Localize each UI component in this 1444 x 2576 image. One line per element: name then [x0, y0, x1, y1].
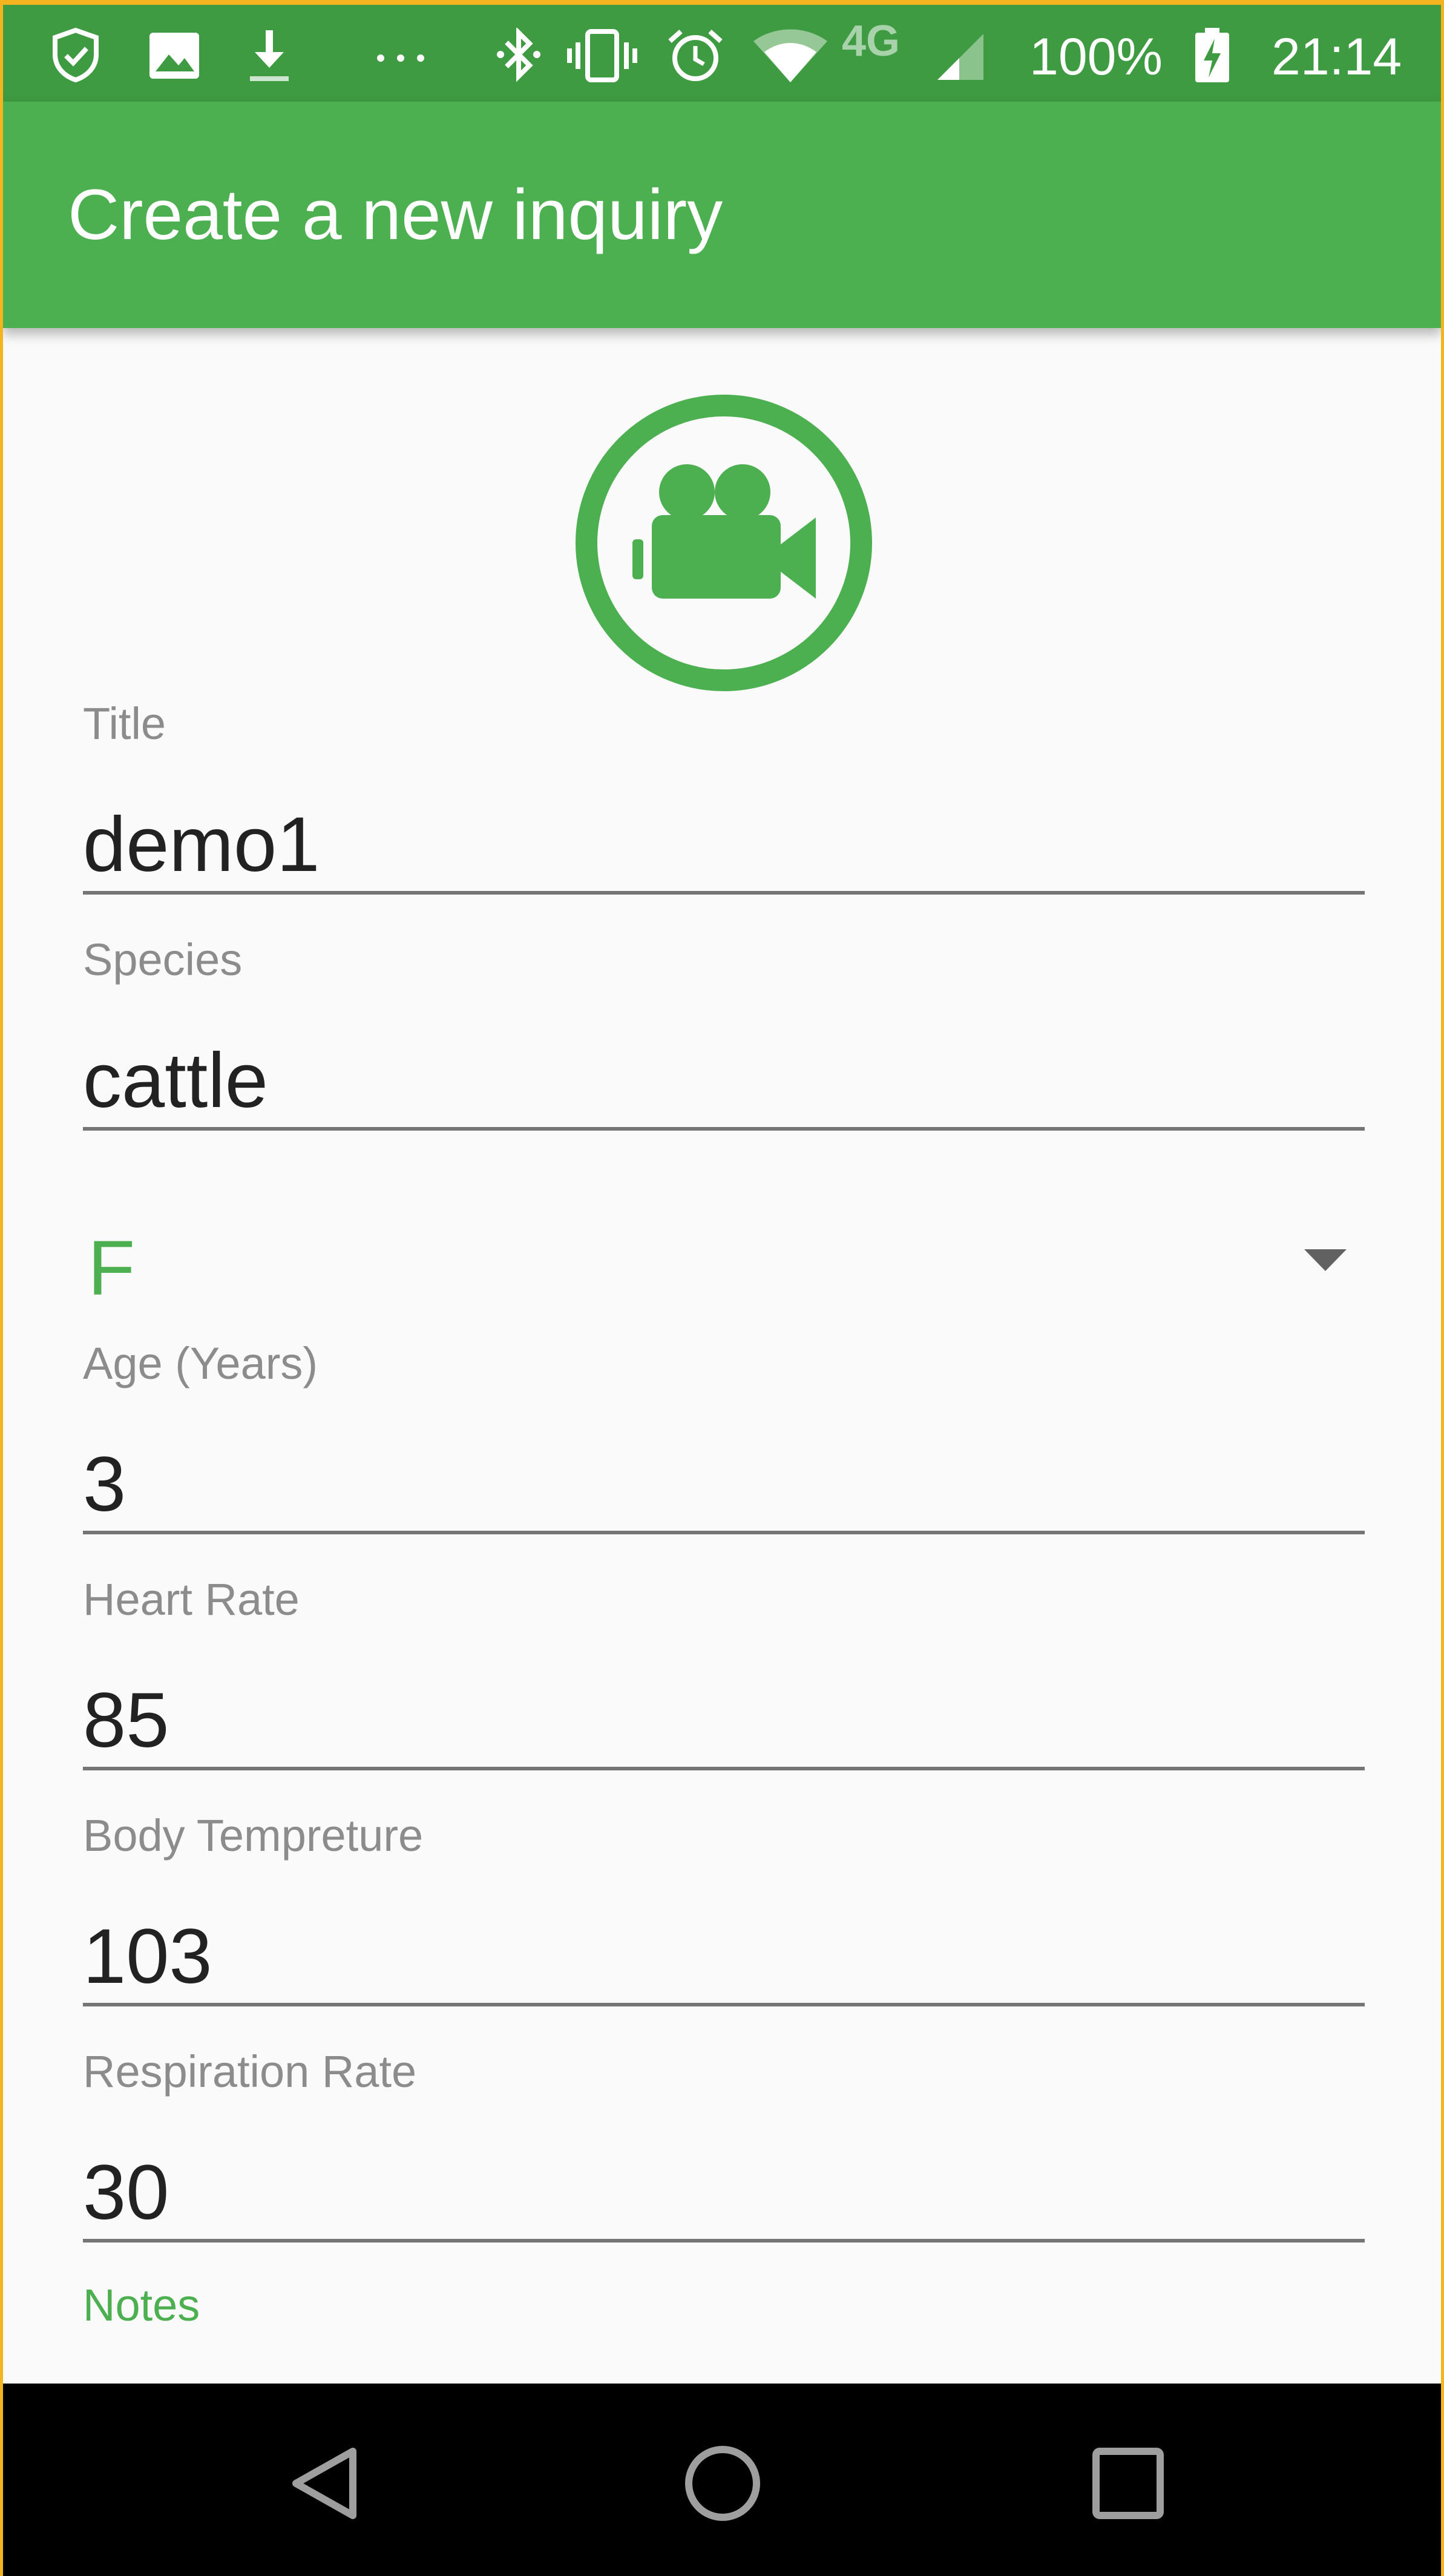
title-label: Title — [83, 698, 166, 749]
navigation-bar — [3, 2384, 1441, 2576]
heart-rate-label: Heart Rate — [83, 1574, 300, 1625]
respiration-rate-label: Respiration Rate — [83, 2046, 417, 2097]
alarm-icon — [668, 30, 723, 81]
body-temperature-field[interactable] — [83, 1910, 1365, 2006]
heart-rate-field[interactable] — [83, 1674, 1365, 1770]
recents-icon[interactable] — [1083, 2438, 1173, 2529]
gender-selected-value: F — [88, 1225, 136, 1312]
page-title: Create a new inquiry — [68, 175, 723, 255]
age-label: Age (Years) — [83, 1338, 318, 1388]
battery-percent: 100% — [1029, 28, 1163, 86]
wifi-icon — [753, 29, 827, 82]
species-label: Species — [83, 935, 243, 985]
respiration-rate-field[interactable] — [83, 2146, 1365, 2242]
gender-dropdown[interactable]: F — [83, 1209, 1365, 1318]
vibrate-icon — [567, 29, 637, 82]
notes-label: Notes — [83, 2280, 200, 2330]
app-screen: 4G 100% 21:14 Create a new inquiry Title… — [3, 5, 1441, 2576]
image-icon — [149, 33, 199, 79]
home-icon[interactable] — [677, 2438, 768, 2529]
battery-charging-icon — [1195, 28, 1229, 82]
video-camera-button[interactable] — [575, 394, 873, 692]
network-type-label: 4G — [842, 17, 901, 65]
species-field[interactable] — [83, 1034, 1365, 1131]
shield-check-icon — [53, 28, 99, 82]
download-icon — [250, 30, 289, 81]
bluetooth-icon — [497, 28, 540, 82]
status-bar: 4G 100% 21:14 — [3, 5, 1441, 102]
more-dots-icon — [377, 54, 424, 62]
body-temperature-label: Body Tempreture — [83, 1810, 424, 1861]
signal-icon — [937, 34, 983, 80]
video-camera-icon — [576, 395, 872, 691]
title-field[interactable] — [83, 798, 1365, 895]
back-icon[interactable] — [281, 2438, 372, 2529]
clock-time: 21:14 — [1272, 28, 1402, 86]
app-bar: Create a new inquiry — [3, 102, 1441, 328]
age-field[interactable] — [83, 1438, 1365, 1534]
dropdown-arrow-icon — [1304, 1249, 1347, 1271]
